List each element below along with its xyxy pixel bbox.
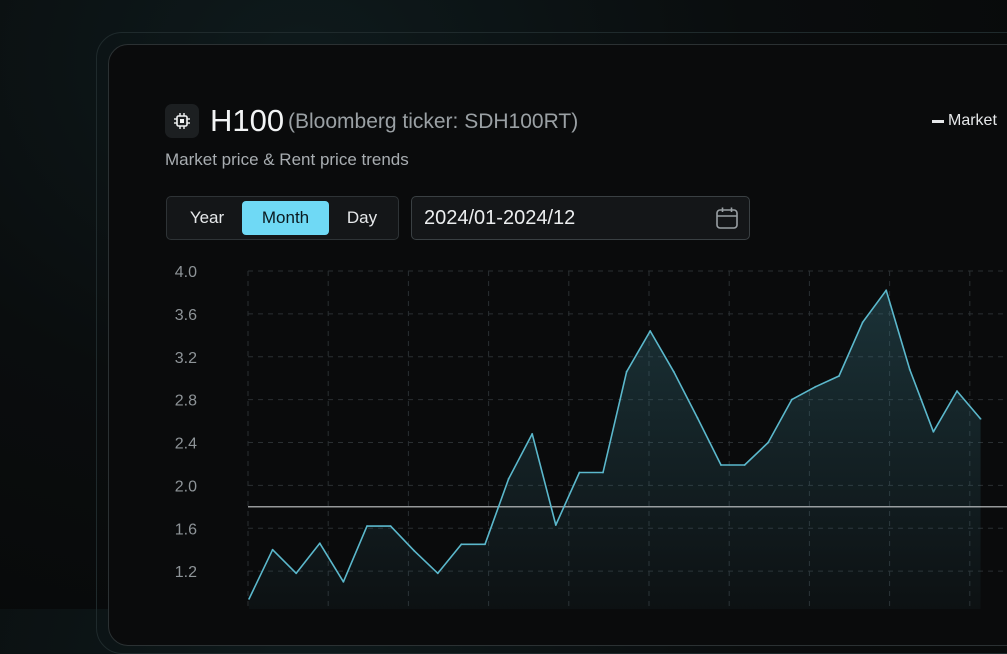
data-point xyxy=(578,471,581,474)
data-point xyxy=(413,549,416,552)
data-point xyxy=(743,464,746,466)
data-point xyxy=(342,580,345,583)
data-point xyxy=(861,321,864,324)
y-tick-label: 2.0 xyxy=(175,478,197,495)
data-point xyxy=(720,464,722,466)
y-tick-label: 2.8 xyxy=(175,393,197,410)
data-point xyxy=(366,525,368,528)
data-point xyxy=(389,525,392,528)
data-point xyxy=(507,477,510,480)
data-point xyxy=(271,548,274,551)
series-area xyxy=(249,290,981,609)
data-point xyxy=(460,543,463,546)
data-point xyxy=(672,370,675,373)
data-point xyxy=(625,370,628,373)
data-point xyxy=(295,572,298,575)
data-point xyxy=(956,390,958,393)
data-point xyxy=(484,543,486,546)
data-point xyxy=(979,417,982,420)
y-tick-label: 4.0 xyxy=(175,264,197,281)
data-point xyxy=(790,398,793,401)
data-point xyxy=(696,416,699,419)
data-point xyxy=(908,368,911,371)
y-tick-label: 1.2 xyxy=(175,564,197,581)
data-point xyxy=(885,289,888,292)
data-point xyxy=(318,542,321,545)
y-tick-label: 3.6 xyxy=(175,307,197,324)
data-point xyxy=(838,375,840,377)
data-point xyxy=(554,524,557,526)
data-point xyxy=(436,572,439,575)
data-point xyxy=(767,441,770,444)
y-tick-label: 1.6 xyxy=(175,521,197,538)
data-point xyxy=(649,330,652,332)
data-point xyxy=(602,471,604,474)
price-chart: 4.03.63.22.82.42.01.61.20.8 xyxy=(175,264,1007,609)
data-point xyxy=(531,432,534,435)
y-tick-label: 2.4 xyxy=(175,436,197,453)
y-tick-label: 3.2 xyxy=(175,350,197,367)
data-point xyxy=(814,385,817,388)
data-point xyxy=(932,430,935,433)
data-point xyxy=(248,598,250,600)
